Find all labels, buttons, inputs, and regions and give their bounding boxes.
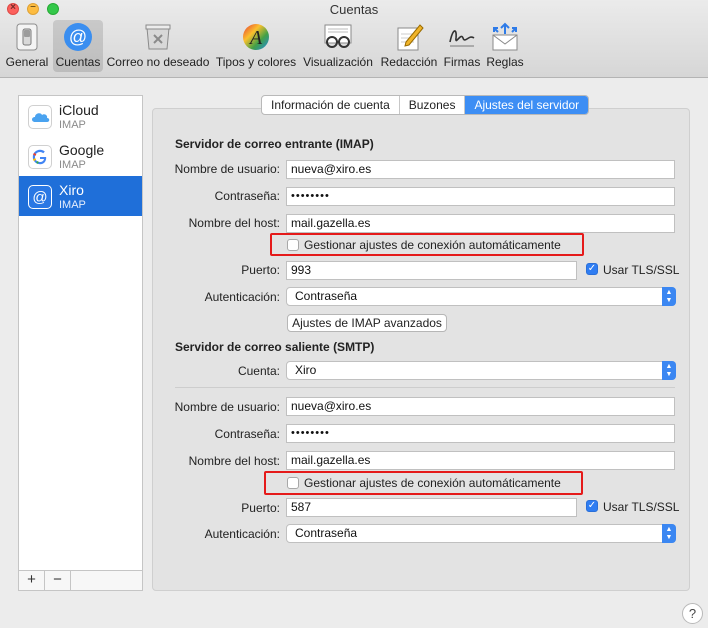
outgoing-auto-manage-label: Gestionar ajustes de conexión automática… xyxy=(304,476,561,490)
tab-bar: Información de cuenta Buzones Ajustes de… xyxy=(261,95,590,115)
incoming-auth-select[interactable]: Contraseña ▲ ▼ xyxy=(286,287,676,306)
outgoing-section-title: Servidor de correo saliente (SMTP) xyxy=(175,340,375,354)
incoming-host-field[interactable]: mail.gazella.es xyxy=(286,214,675,233)
outgoing-username-label: Nombre de usuario: xyxy=(174,400,280,414)
outgoing-port-field[interactable]: 587 xyxy=(286,498,577,517)
incoming-port-label: Puerto: xyxy=(241,263,280,277)
svg-text:@: @ xyxy=(69,27,87,47)
window-title: Cuentas xyxy=(329,2,379,17)
remove-account-button[interactable]: − xyxy=(45,571,71,590)
help-button[interactable]: ? xyxy=(682,603,703,624)
outgoing-account-select[interactable]: Xiro ▲ ▼ xyxy=(286,361,676,380)
tab-ajustes-del-servidor[interactable]: Ajustes del servidor xyxy=(465,96,589,114)
glasses-icon xyxy=(322,22,354,52)
outgoing-auto-manage-checkbox[interactable] xyxy=(287,477,299,489)
incoming-tls-checkbox[interactable]: ✓ xyxy=(586,263,598,275)
tab-informacion-de-cuenta[interactable]: Información de cuenta xyxy=(262,96,400,114)
incoming-tls-label: Usar TLS/SSL xyxy=(603,263,680,277)
rules-envelope-icon xyxy=(489,22,521,52)
toolbar-redaccion[interactable]: Redacción xyxy=(378,20,440,72)
outgoing-password-field[interactable]: •••••••• xyxy=(286,424,675,443)
chevron-up-down-icon: ▲ ▼ xyxy=(662,361,676,380)
incoming-auto-manage-label: Gestionar ajustes de conexión automática… xyxy=(304,238,561,252)
toolbar-tipos-y-colores[interactable]: A Tipos y colores xyxy=(214,20,298,72)
outgoing-port-label: Puerto: xyxy=(241,501,280,515)
incoming-section-title: Servidor de correo entrante (IMAP) xyxy=(175,137,374,151)
outgoing-host-label: Nombre del host: xyxy=(188,454,280,468)
fonts-colors-icon: A xyxy=(240,22,272,52)
toolbar-cuentas[interactable]: @ Cuentas xyxy=(53,20,103,72)
incoming-username-field[interactable]: nueva@xiro.es xyxy=(286,160,675,179)
incoming-auto-manage-checkbox[interactable] xyxy=(287,239,299,251)
outgoing-account-value: Xiro xyxy=(295,363,317,377)
pencil-pad-icon xyxy=(393,22,425,52)
general-switch-icon xyxy=(11,22,43,52)
toolbar-reglas[interactable]: Reglas xyxy=(485,20,525,72)
at-sign-icon: @ xyxy=(62,22,94,52)
toolbar-correo-no-deseado[interactable]: Correo no deseado xyxy=(106,20,210,72)
outgoing-username-field[interactable]: nueva@xiro.es xyxy=(286,397,675,416)
outgoing-auth-label: Autenticación: xyxy=(204,527,280,541)
incoming-password-label: Contraseña: xyxy=(214,189,280,203)
signature-icon xyxy=(446,22,478,52)
toolbar: Cuentas General @ Cuentas Correo no dese… xyxy=(0,0,708,78)
account-item-icloud[interactable]: iCloud IMAP xyxy=(19,96,142,136)
toolbar-visualizacion[interactable]: Visualización xyxy=(301,20,375,72)
section-divider xyxy=(175,387,675,388)
chevron-up-down-icon: ▲ ▼ xyxy=(662,287,676,306)
account-list-footer-spacer xyxy=(71,571,142,590)
outgoing-tls-label: Usar TLS/SSL xyxy=(603,500,680,514)
chevron-up-down-icon: ▲ ▼ xyxy=(662,524,676,543)
add-account-button[interactable]: + xyxy=(19,571,45,590)
junk-bin-icon xyxy=(142,22,174,52)
incoming-host-label: Nombre del host: xyxy=(188,216,280,230)
outgoing-tls-checkbox[interactable]: ✓ xyxy=(586,500,598,512)
incoming-port-field[interactable]: 993 xyxy=(286,261,577,280)
outgoing-host-field[interactable]: mail.gazella.es xyxy=(286,451,675,470)
outgoing-auth-select[interactable]: Contraseña ▲ ▼ xyxy=(286,524,676,543)
icloud-icon xyxy=(28,105,52,129)
outgoing-auth-value: Contraseña xyxy=(295,526,358,540)
incoming-password-field[interactable]: •••••••• xyxy=(286,187,675,206)
outgoing-password-label: Contraseña: xyxy=(214,427,280,441)
toolbar-general[interactable]: General xyxy=(4,20,50,72)
toolbar-firmas[interactable]: Firmas xyxy=(442,20,482,72)
svg-text:A: A xyxy=(248,27,263,49)
incoming-username-label: Nombre de usuario: xyxy=(174,162,280,176)
tab-buzones[interactable]: Buzones xyxy=(400,96,466,114)
outgoing-account-label: Cuenta: xyxy=(237,364,280,378)
incoming-auth-label: Autenticación: xyxy=(204,290,280,304)
account-list-footer: + − xyxy=(19,570,142,590)
incoming-auth-value: Contraseña xyxy=(295,289,358,303)
advanced-imap-settings-button[interactable]: Ajustes de IMAP avanzados xyxy=(287,314,447,332)
